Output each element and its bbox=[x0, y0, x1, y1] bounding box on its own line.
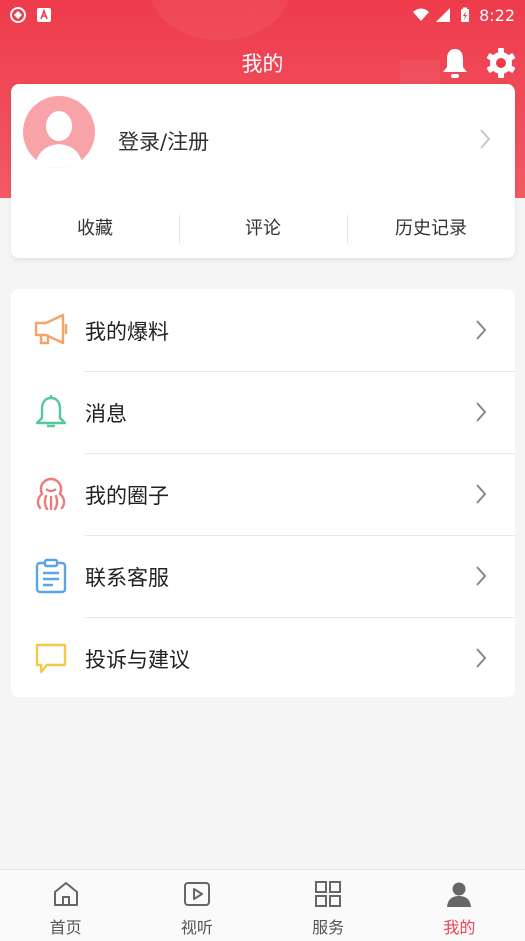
title-bar: 我的 bbox=[0, 40, 525, 86]
menu-item-customer-service[interactable]: 联系客服 bbox=[11, 535, 515, 617]
chevron-right-icon bbox=[476, 320, 487, 340]
chevron-right-icon bbox=[476, 402, 487, 422]
bell-icon bbox=[443, 49, 467, 78]
a-notification-icon bbox=[37, 8, 51, 22]
chevron-right-icon bbox=[476, 566, 487, 586]
chat-bubble-icon bbox=[35, 643, 67, 674]
app-notification-icon bbox=[10, 7, 26, 23]
login-row[interactable]: 登录/注册 bbox=[11, 84, 515, 194]
favorites-link[interactable]: 收藏 bbox=[11, 215, 179, 243]
tab-services[interactable]: 服务 bbox=[263, 870, 394, 941]
bell-icon bbox=[35, 395, 67, 428]
gear-icon bbox=[486, 48, 516, 78]
menu-label: 联系客服 bbox=[85, 566, 169, 590]
clipboard-icon bbox=[35, 558, 67, 594]
play-icon bbox=[183, 882, 210, 906]
menu-item-feedback[interactable]: 投诉与建议 bbox=[11, 617, 515, 699]
menu-label: 我的圈子 bbox=[85, 484, 169, 508]
grid-icon bbox=[315, 881, 342, 907]
menu-label: 我的爆料 bbox=[85, 320, 169, 344]
login-register-label[interactable]: 登录/注册 bbox=[118, 126, 209, 156]
menu-item-my-reports[interactable]: 我的爆料 bbox=[11, 289, 515, 371]
status-time: 8:22 bbox=[479, 5, 515, 25]
status-bar: 8:22 bbox=[0, 0, 525, 30]
menu-item-my-circles[interactable]: 我的圈子 bbox=[11, 453, 515, 535]
user-icon bbox=[447, 882, 472, 907]
chevron-right-icon bbox=[476, 484, 487, 504]
tab-label: 服务 bbox=[312, 918, 345, 937]
home-icon bbox=[53, 882, 78, 906]
megaphone-icon bbox=[34, 313, 68, 345]
tab-label: 视听 bbox=[180, 918, 213, 937]
tab-video[interactable]: 视听 bbox=[131, 870, 262, 941]
default-avatar-icon bbox=[35, 111, 83, 168]
signal-icon bbox=[436, 8, 451, 22]
notification-button[interactable] bbox=[439, 46, 471, 80]
wifi-icon bbox=[413, 8, 430, 21]
avatar[interactable] bbox=[23, 96, 95, 168]
menu-label: 消息 bbox=[85, 402, 127, 426]
tab-label: 我的 bbox=[443, 918, 476, 937]
comments-link[interactable]: 评论 bbox=[179, 215, 347, 243]
quick-links: 收藏 评论 历史记录 bbox=[11, 212, 515, 246]
chevron-right-icon bbox=[480, 129, 491, 149]
bottom-tab-bar: 首页 视听 服务 我的 bbox=[0, 869, 525, 941]
page-title: 我的 bbox=[241, 52, 284, 76]
profile-card: 登录/注册 收藏 评论 历史记录 bbox=[11, 84, 515, 258]
tab-label: 首页 bbox=[49, 918, 82, 937]
settings-button[interactable] bbox=[485, 46, 517, 80]
menu-list: 我的爆料 消息 我的圈子 联系客服 投诉与建议 bbox=[11, 289, 515, 697]
tab-home[interactable]: 首页 bbox=[0, 870, 131, 941]
menu-label: 投诉与建议 bbox=[85, 648, 190, 672]
history-link[interactable]: 历史记录 bbox=[347, 215, 515, 243]
menu-item-messages[interactable]: 消息 bbox=[11, 371, 515, 453]
octopus-icon bbox=[36, 477, 66, 511]
chevron-right-icon bbox=[476, 648, 487, 668]
tab-mine[interactable]: 我的 bbox=[394, 870, 525, 941]
battery-icon bbox=[461, 7, 470, 22]
